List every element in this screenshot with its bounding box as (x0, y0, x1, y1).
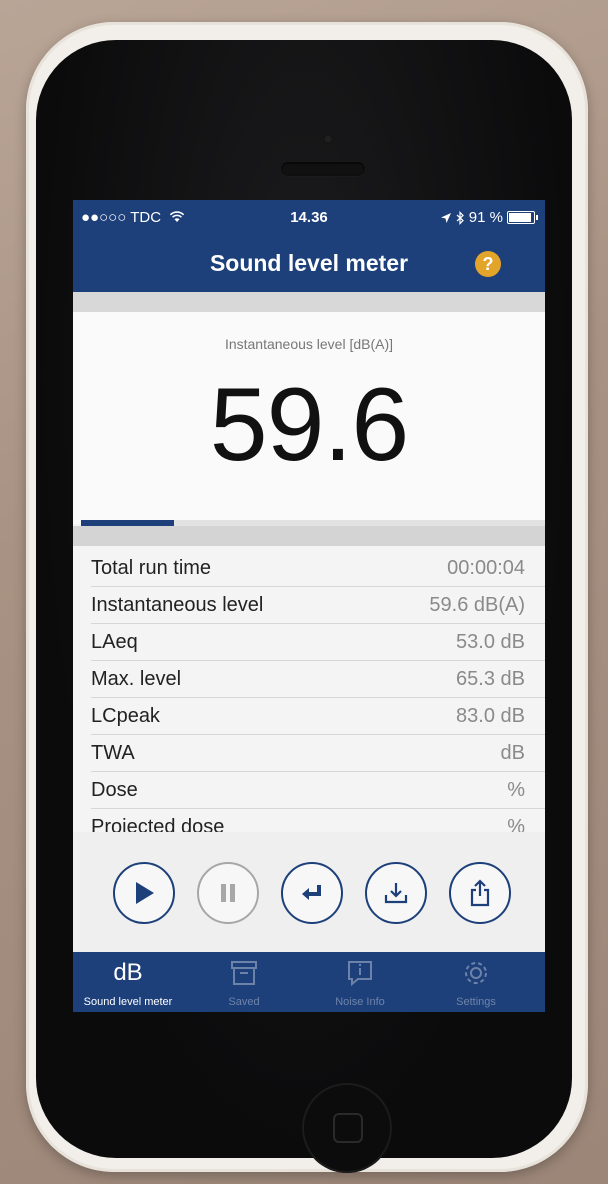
archive-icon (231, 961, 257, 985)
battery-fill (509, 213, 531, 222)
tab-label: Noise Info (335, 996, 385, 1008)
tab-label: Settings (456, 996, 496, 1008)
stats-row-twa: TWA dB (91, 735, 545, 772)
battery-percent: 91 % (468, 209, 503, 226)
help-icon: ? (482, 253, 494, 274)
control-bar (73, 832, 545, 954)
stats-value: 83.0 dB (456, 704, 525, 727)
front-camera (323, 134, 333, 144)
stats-value: 59.6 dB(A) (429, 593, 525, 616)
tab-label: Saved (228, 996, 260, 1008)
stats-value: dB (500, 741, 525, 764)
tab-sound-level-meter[interactable]: dB Sound level meter (81, 952, 175, 1012)
db-icon-text: dB (113, 959, 143, 986)
progress-divider (73, 526, 545, 546)
save-download-icon (384, 883, 408, 904)
stats-row-total-run-time: Total run time 00:00:04 (91, 550, 545, 587)
stats-label: Max. level (91, 667, 182, 690)
battery-icon (507, 211, 538, 224)
stats-row-max-level: Max. level 65.3 dB (91, 661, 545, 698)
archive-icon-wrap (197, 958, 291, 988)
tab-noise-info[interactable]: Noise Info (313, 952, 407, 1012)
stats-value: 65.3 dB (456, 667, 525, 690)
reset-icon (302, 885, 321, 900)
pause-button[interactable] (197, 862, 259, 924)
meter-panel: Instantaneous level [dB(A)] 59.6 (73, 312, 545, 524)
tab-settings[interactable]: Settings (429, 952, 523, 1012)
stats-row-instantaneous-level: Instantaneous level 59.6 dB(A) (91, 587, 545, 624)
stats-row-laeq: LAeq 53.0 dB (91, 624, 545, 661)
info-icon (348, 961, 372, 987)
save-button[interactable] (365, 862, 427, 924)
header-divider (73, 292, 545, 312)
location-arrow-icon (440, 212, 451, 223)
home-button[interactable] (302, 1083, 392, 1173)
app-screen: ●●○○○ TDC 14.36 91 % Sound level meter ?… (73, 200, 545, 1012)
status-bar: ●●○○○ TDC 14.36 91 % (73, 200, 545, 236)
stats-value: 00:00:04 (447, 556, 525, 579)
meter-label: Instantaneous level [dB(A)] (224, 336, 394, 352)
gear-icon (465, 962, 487, 984)
play-icon (136, 882, 154, 904)
db-icon: dB (81, 958, 175, 988)
tab-saved[interactable]: Saved (197, 952, 291, 1012)
share-icon (470, 879, 490, 907)
bluetooth-icon (456, 210, 464, 225)
stats-row-lcpeak: LCpeak 83.0 dB (91, 698, 545, 735)
reset-button[interactable] (281, 862, 343, 924)
help-button[interactable]: ? (475, 251, 501, 277)
stats-value: 53.0 dB (456, 630, 525, 653)
stats-label: LCpeak (91, 704, 160, 727)
pause-icon (221, 884, 235, 902)
stats-label: Instantaneous level (91, 593, 264, 616)
info-icon-wrap (313, 958, 407, 988)
play-button[interactable] (113, 862, 175, 924)
stats-label: LAeq (91, 630, 138, 653)
stats-table: Total run time 00:00:04 Instantaneous le… (91, 550, 545, 846)
tab-bar: dB Sound level meter Saved Noise Info Se… (73, 952, 545, 1012)
stats-label: Total run time (91, 556, 212, 579)
stats-label: TWA (91, 741, 135, 764)
tab-label: Sound level meter (83, 996, 173, 1008)
nav-bar: Sound level meter ? (73, 236, 545, 292)
home-button-square (333, 1113, 363, 1143)
earpiece-speaker (281, 162, 365, 176)
stats-row-dose: Dose % (91, 772, 545, 809)
status-right-group: 91 % (440, 209, 538, 226)
meter-value: 59.6 (209, 367, 409, 483)
stats-value: % (507, 778, 525, 801)
gear-icon-wrap (429, 958, 523, 988)
stats-label: Dose (91, 778, 138, 801)
share-button[interactable] (449, 862, 511, 924)
